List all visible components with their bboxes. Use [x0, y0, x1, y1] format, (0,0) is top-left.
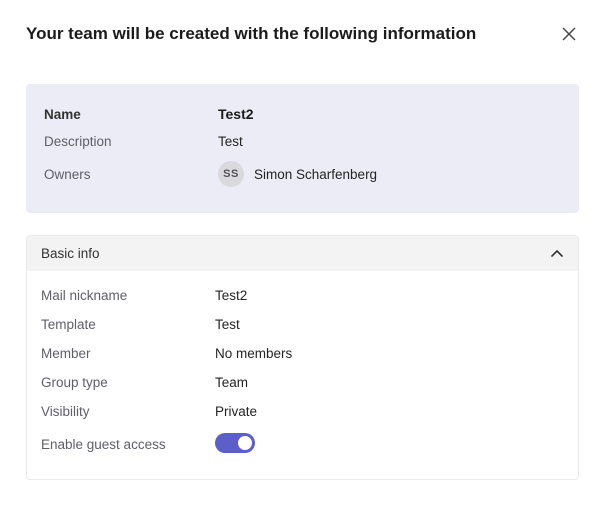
chevron-up-icon	[550, 247, 564, 261]
member-value: No members	[215, 346, 292, 361]
dialog-title: Your team will be created with the follo…	[26, 24, 476, 44]
description-label: Description	[44, 134, 218, 149]
visibility-value: Private	[215, 404, 257, 419]
group-type-label: Group type	[41, 375, 215, 390]
description-value: Test	[218, 134, 243, 149]
dialog-header: Your team will be created with the follo…	[26, 24, 579, 44]
guest-access-row: Enable guest access	[41, 426, 564, 463]
name-label: Name	[44, 107, 218, 122]
summary-card: Name Test2 Description Test Owners SS Si…	[26, 84, 579, 213]
owner-chip: SS Simon Scharfenberg	[218, 161, 377, 187]
template-value: Test	[215, 317, 240, 332]
summary-owners-row: Owners SS Simon Scharfenberg	[44, 155, 561, 193]
owner-name: Simon Scharfenberg	[254, 167, 377, 182]
summary-name-row: Name Test2	[44, 100, 561, 128]
template-label: Template	[41, 317, 215, 332]
mail-nickname-value: Test2	[215, 288, 247, 303]
mail-nickname-row: Mail nickname Test2	[41, 281, 564, 310]
summary-description-row: Description Test	[44, 128, 561, 155]
section-body: Mail nickname Test2 Template Test Member…	[27, 271, 578, 479]
guest-access-label: Enable guest access	[41, 437, 215, 452]
section-header[interactable]: Basic info	[27, 236, 578, 271]
group-type-row: Group type Team	[41, 368, 564, 397]
group-type-value: Team	[215, 375, 248, 390]
template-row: Template Test	[41, 310, 564, 339]
visibility-label: Visibility	[41, 404, 215, 419]
close-button[interactable]	[559, 24, 579, 44]
mail-nickname-label: Mail nickname	[41, 288, 215, 303]
name-value: Test2	[218, 106, 254, 122]
member-label: Member	[41, 346, 215, 361]
owners-label: Owners	[44, 167, 218, 182]
guest-access-value	[215, 433, 255, 456]
visibility-row: Visibility Private	[41, 397, 564, 426]
member-row: Member No members	[41, 339, 564, 368]
avatar: SS	[218, 161, 244, 187]
guest-access-toggle[interactable]	[215, 433, 255, 453]
owners-value: SS Simon Scharfenberg	[218, 161, 377, 187]
section-title: Basic info	[41, 246, 100, 261]
close-icon	[562, 27, 576, 41]
basic-info-section: Basic info Mail nickname Test2 Template …	[26, 235, 579, 480]
